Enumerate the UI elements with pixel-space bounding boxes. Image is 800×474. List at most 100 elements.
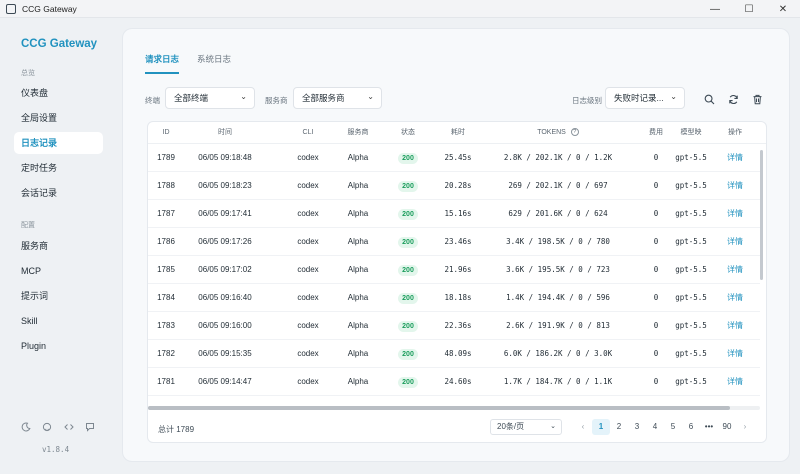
details-link[interactable]: 详情 xyxy=(720,284,750,312)
cell-model: gpt-5.5 xyxy=(675,237,707,246)
cell-provider: Alpha xyxy=(347,209,369,218)
column-header-tokens-label: TOKENS xyxy=(537,129,566,136)
details-link[interactable]: 详情 xyxy=(720,200,750,228)
cell-time: 06/05 09:17:41 xyxy=(198,209,252,218)
cell-model: gpt-5.5 xyxy=(675,209,707,218)
sidebar-item-scheduled-tasks[interactable]: 定时任务 xyxy=(14,157,103,179)
sidebar-item-mcp[interactable]: MCP xyxy=(14,260,103,282)
page-size-select[interactable]: 20条/页 ⌄ xyxy=(490,419,562,435)
status-badge: 200 xyxy=(398,265,418,276)
cell-model: gpt-5.5 xyxy=(675,377,707,386)
status-badge: 200 xyxy=(398,293,418,304)
sidebar-item-dashboard[interactable]: 仪表盘 xyxy=(14,82,103,104)
column-header-status: 状态 xyxy=(401,129,415,136)
refresh-icon[interactable] xyxy=(725,91,741,107)
sidebar-item-sessions[interactable]: 会话记录 xyxy=(14,182,103,204)
cell-time: 06/05 09:16:40 xyxy=(198,293,252,302)
tab-system-logs[interactable]: 系统日志 xyxy=(197,53,231,74)
minimize-button[interactable]: — xyxy=(698,0,732,18)
provider-select-value: 全部服务商 xyxy=(302,93,345,103)
chevron-down-icon: ⌄ xyxy=(367,92,374,101)
cell-cli: codex xyxy=(297,293,319,302)
page-button[interactable]: 6 xyxy=(682,419,700,435)
cell-tokens: 3.4K / 198.5K / 0 / 780 xyxy=(506,237,610,246)
cell-model: gpt-5.5 xyxy=(675,153,707,162)
sidebar-item-plugin[interactable]: Plugin xyxy=(14,335,103,357)
cell-cli: codex xyxy=(297,349,319,358)
code-icon[interactable] xyxy=(62,420,76,434)
sidebar-item-prompts[interactable]: 提示词 xyxy=(14,285,103,307)
cell-provider: Alpha xyxy=(347,377,369,386)
column-header-id: ID xyxy=(162,129,170,136)
cell-cli: codex xyxy=(297,237,319,246)
column-header-duration: 耗时 xyxy=(451,129,465,136)
cell-id: 1785 xyxy=(157,265,175,274)
cell-status: 200 xyxy=(388,172,428,200)
page-button[interactable]: 4 xyxy=(646,419,664,435)
terminal-select[interactable]: 全部终端 ⌄ xyxy=(165,87,255,109)
cell-id: 1788 xyxy=(157,181,175,190)
details-link[interactable]: 详情 xyxy=(720,368,750,396)
cell-tokens: 3.6K / 195.5K / 0 / 723 xyxy=(506,265,610,274)
tab-request-logs[interactable]: 请求日志 xyxy=(145,53,180,74)
provider-select[interactable]: 全部服务商 ⌄ xyxy=(293,87,382,109)
sidebar-item-logs[interactable]: 日志记录 xyxy=(14,132,103,154)
request-log-table: ID 时间 CLI 服务商 状态 耗时 TOKENS ? 费用 模型映 操作 1… xyxy=(147,121,767,443)
provider-filter-label: 服务商 xyxy=(265,96,288,105)
page-button[interactable]: 90 xyxy=(718,419,736,435)
chevron-down-icon: ⌄ xyxy=(670,92,677,101)
cell-status: 200 xyxy=(388,144,428,172)
details-link[interactable]: 详情 xyxy=(720,340,750,368)
details-link[interactable]: 详情 xyxy=(720,228,750,256)
details-link[interactable]: 详情 xyxy=(720,172,750,200)
close-button[interactable]: ✕ xyxy=(766,0,800,18)
cell-status: 200 xyxy=(388,312,428,340)
details-link[interactable]: 详情 xyxy=(720,144,750,172)
table-row: 1781 06/05 09:14:47 codex Alpha 200 24.60s 1.7… xyxy=(148,368,760,396)
cell-duration: 48.09s xyxy=(444,349,472,358)
log-level-select-value: 失败时记录... xyxy=(614,93,664,103)
prev-page-button[interactable]: ‹ xyxy=(574,419,592,435)
next-page-button[interactable]: › xyxy=(736,419,754,435)
page-button[interactable]: 5 xyxy=(664,419,682,435)
sidebar-item-skill[interactable]: Skill xyxy=(14,310,103,332)
moon-icon[interactable] xyxy=(19,420,33,434)
title-bar: CCG Gateway — ☐ ✕ xyxy=(0,0,800,18)
cell-provider: Alpha xyxy=(347,237,369,246)
info-icon[interactable]: ? xyxy=(570,128,579,137)
cell-status: 200 xyxy=(388,284,428,312)
cell-status: 200 xyxy=(388,200,428,228)
horizontal-scrollbar[interactable] xyxy=(148,406,730,410)
window-title: CCG Gateway xyxy=(22,3,77,14)
page-ellipsis[interactable]: ••• xyxy=(700,419,718,435)
sidebar-item-providers[interactable]: 服务商 xyxy=(14,235,103,257)
chat-icon[interactable] xyxy=(83,420,97,434)
cell-model: gpt-5.5 xyxy=(675,349,707,358)
cell-cli: codex xyxy=(297,181,319,190)
cell-duration: 21.96s xyxy=(444,265,472,274)
column-header-provider: 服务商 xyxy=(347,129,369,136)
maximize-button[interactable]: ☐ xyxy=(732,0,766,18)
vertical-scrollbar[interactable] xyxy=(760,150,763,280)
log-level-filter-label: 日志级别 xyxy=(572,96,602,105)
sidebar-item-global-settings[interactable]: 全局设置 xyxy=(14,107,103,129)
cell-id: 1784 xyxy=(157,293,175,302)
cell-tokens: 629 / 201.6K / 0 / 624 xyxy=(508,209,608,218)
cell-cli: codex xyxy=(297,321,319,330)
cell-duration: 24.60s xyxy=(444,377,472,386)
cell-model: gpt-5.5 xyxy=(675,181,707,190)
cell-time: 06/05 09:17:02 xyxy=(198,265,252,274)
trash-icon[interactable] xyxy=(749,91,765,107)
search-icon[interactable] xyxy=(701,91,717,107)
details-link[interactable]: 详情 xyxy=(720,312,750,340)
page-button[interactable]: 2 xyxy=(610,419,628,435)
details-link[interactable]: 详情 xyxy=(720,256,750,284)
table-row: 1785 06/05 09:17:02 codex Alpha 200 21.96s 3.6… xyxy=(148,256,760,284)
cell-time: 06/05 09:15:35 xyxy=(198,349,252,358)
cell-model: gpt-5.5 xyxy=(675,265,707,274)
page-button[interactable]: 1 xyxy=(592,419,610,435)
log-level-select[interactable]: 失败时记录... ⌄ xyxy=(605,87,685,109)
page-button[interactable]: 3 xyxy=(628,419,646,435)
column-header-action: 操作 xyxy=(728,129,742,136)
github-icon[interactable] xyxy=(40,420,54,434)
